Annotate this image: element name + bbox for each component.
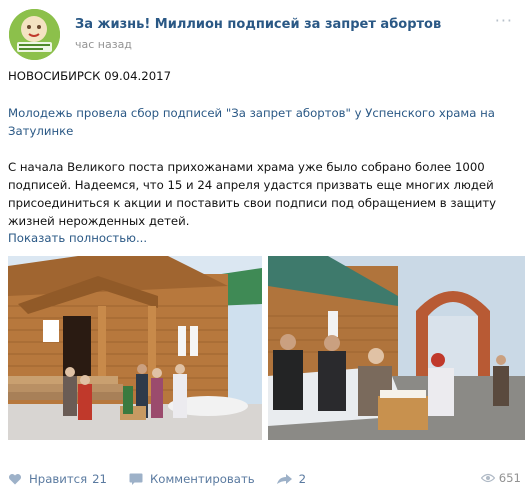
post-action-bar: Нравится 21 Комментировать 2 <box>8 471 328 487</box>
subtitle-line: Молодежь провела сбор подписей "За запре… <box>8 106 495 120</box>
views-counter: 651 <box>480 471 521 485</box>
eye-icon <box>480 473 495 483</box>
heart-icon <box>8 473 22 485</box>
body-line: жизней нерожденных детей. <box>8 214 190 228</box>
comment-icon <box>129 473 143 485</box>
body-line: подписей. Надеемся, что 15 и 24 апреля у… <box>8 178 494 192</box>
post-dateline: НОВОСИБИРСК 09.04.2017 <box>8 69 172 83</box>
show-more-link[interactable]: Показать полностью... <box>8 231 147 245</box>
body-line: присоединиться к акции и поставить свои … <box>8 196 497 210</box>
post-author-link[interactable]: За жизнь! Миллион подписей за запрет або… <box>75 17 441 32</box>
body-line: С начала Великого поста прихожанами храм… <box>8 160 485 174</box>
post-body: С начала Великого поста прихожанами храм… <box>8 158 496 230</box>
post-timestamp[interactable]: час назад <box>75 38 132 51</box>
post-photo-signing-table[interactable] <box>268 256 525 440</box>
post-photo-church[interactable] <box>8 256 262 440</box>
views-count: 651 <box>498 471 521 485</box>
more-icon[interactable]: ··· <box>495 13 513 29</box>
community-avatar[interactable] <box>9 9 60 60</box>
post-subtitle: Молодежь провела сбор подписей "За запре… <box>8 104 495 140</box>
subtitle-line: Затулинке <box>8 124 74 138</box>
share-icon <box>276 474 292 484</box>
